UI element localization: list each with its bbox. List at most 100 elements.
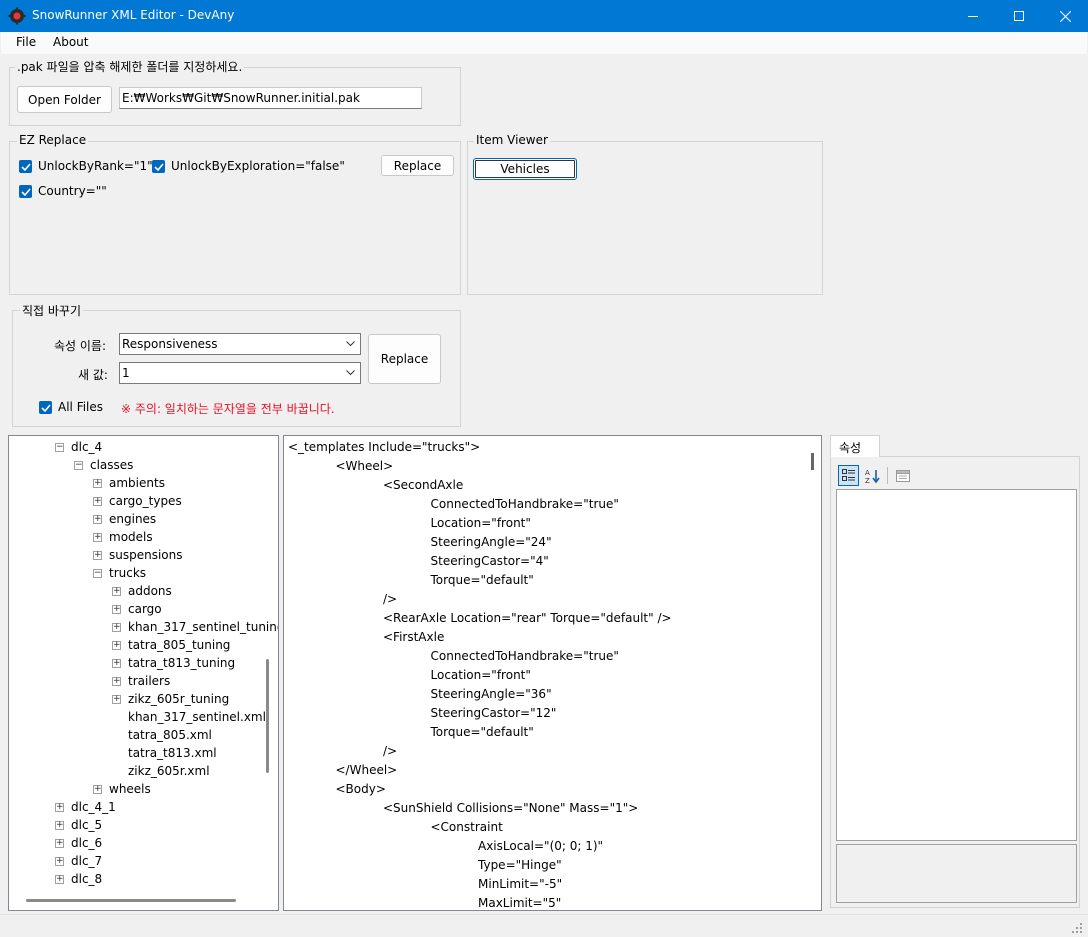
menu-bar: [1, 32, 1087, 54]
tree-node[interactable]: dlc_6: [71, 834, 102, 852]
folder-path-field[interactable]: E:₩Works₩Git₩SnowRunner.initial.pak: [119, 87, 422, 109]
tree-node[interactable]: dlc_5: [71, 816, 102, 834]
xml-line: />: [383, 744, 398, 758]
tab-properties[interactable]: 속성: [830, 435, 880, 457]
tree-node[interactable]: engines: [109, 510, 156, 528]
country-label: Country="": [38, 184, 107, 198]
tree-node[interactable]: trucks: [109, 564, 146, 582]
close-icon: [1059, 10, 1071, 22]
xml-line: <_templates Include="trucks">: [288, 440, 481, 454]
tree-node[interactable]: khan_317_sentinel.xml: [128, 708, 266, 726]
tree-node[interactable]: dlc_8: [71, 870, 102, 888]
tree-node[interactable]: cargo: [128, 600, 162, 618]
tree-vertical-scrollbar[interactable]: [266, 659, 269, 773]
categorized-button[interactable]: [838, 465, 859, 486]
all-files-label: All Files: [58, 400, 104, 414]
expand-icon[interactable]: +: [55, 803, 64, 812]
xml-vertical-scrollbar[interactable]: [811, 453, 814, 470]
expand-icon[interactable]: +: [93, 479, 102, 488]
unlock-by-exploration-checkbox[interactable]: [152, 160, 165, 173]
property-grid[interactable]: [836, 489, 1077, 841]
xml-line: <FirstAxle: [383, 630, 445, 644]
xml-line: SteeringAngle="36": [430, 687, 552, 701]
file-tree[interactable]: − dlc_4− classes + ambients + cargo_types + engi…: [8, 435, 279, 911]
checkmark-icon: [20, 162, 31, 171]
xml-line: Type="Hinge": [478, 858, 562, 872]
vehicles-button[interactable]: Vehicles: [473, 158, 577, 180]
expand-icon[interactable]: +: [55, 839, 64, 848]
direct-replace-button[interactable]: Replace: [368, 334, 441, 384]
xml-line: SteeringCastor="4": [430, 554, 549, 568]
open-folder-button[interactable]: Open Folder: [17, 86, 112, 113]
tree-node[interactable]: suspensions: [109, 546, 183, 564]
item-viewer-title: Item Viewer: [474, 133, 550, 147]
collapse-icon[interactable]: −: [74, 461, 83, 470]
xml-viewer[interactable]: <_templates Include="trucks"> <Wheel> <Sec…: [283, 435, 822, 911]
maximize-button[interactable]: [996, 0, 1042, 32]
tree-node[interactable]: tatra_805.xml: [128, 726, 212, 744]
resize-grip-icon[interactable]: [1071, 922, 1083, 934]
collapse-icon[interactable]: −: [93, 569, 102, 578]
tree-node[interactable]: dlc_7: [71, 852, 102, 870]
tree-node[interactable]: addons: [128, 582, 172, 600]
maximize-icon: [1014, 11, 1024, 21]
menu-file[interactable]: File: [16, 35, 36, 49]
expand-icon[interactable]: +: [112, 587, 121, 596]
close-button[interactable]: [1042, 0, 1088, 32]
expand-icon[interactable]: +: [112, 623, 121, 632]
tree-horizontal-scrollbar[interactable]: [26, 899, 236, 902]
checkmark-icon: [153, 162, 164, 171]
alphabetical-button[interactable]: A Z: [862, 465, 883, 486]
xml-line: Torque="default": [430, 573, 534, 587]
xml-line: <SecondAxle: [383, 478, 464, 492]
xml-line: MaxLimit="5": [478, 896, 562, 910]
attr-name-label: 속성 이름:: [54, 339, 107, 353]
expand-icon[interactable]: +: [93, 497, 102, 506]
unlock-by-rank-checkbox[interactable]: [19, 160, 32, 173]
property-pages-button[interactable]: [892, 465, 913, 486]
tree-node[interactable]: cargo_types: [109, 492, 182, 510]
chevron-down-icon: [346, 336, 355, 350]
expand-icon[interactable]: +: [112, 677, 121, 686]
expand-icon[interactable]: +: [112, 695, 121, 704]
app-icon: [8, 7, 26, 25]
expand-icon[interactable]: +: [55, 857, 64, 866]
tree-node[interactable]: classes: [90, 456, 133, 474]
expand-icon[interactable]: +: [93, 551, 102, 560]
expand-icon[interactable]: +: [55, 875, 64, 884]
tree-node[interactable]: ambients: [109, 474, 165, 492]
tree-node[interactable]: zikz_605r_tuning: [128, 690, 229, 708]
xml-line: <Wheel>: [335, 459, 394, 473]
expand-icon[interactable]: +: [93, 515, 102, 524]
tree-node[interactable]: models: [109, 528, 153, 546]
tree-node[interactable]: tatra_805_tuning: [128, 636, 230, 654]
tree-node[interactable]: khan_317_sentinel_tuning: [128, 618, 278, 636]
xml-line: />: [383, 592, 398, 606]
tree-node[interactable]: dlc_4: [71, 438, 102, 456]
new-value-combo[interactable]: 1: [119, 362, 361, 384]
menu-about[interactable]: About: [53, 35, 88, 49]
expand-icon[interactable]: +: [112, 641, 121, 650]
alphabetical-icon: A Z: [865, 469, 880, 484]
xml-line: Torque="default": [430, 725, 534, 739]
expand-icon[interactable]: +: [93, 785, 102, 794]
expand-icon[interactable]: +: [55, 821, 64, 830]
tree-node[interactable]: trailers: [128, 672, 170, 690]
tree-node[interactable]: dlc_4_1: [71, 798, 116, 816]
all-files-checkbox[interactable]: [39, 401, 52, 414]
tree-node[interactable]: tatra_t813_tuning: [128, 654, 235, 672]
expand-icon[interactable]: +: [112, 659, 121, 668]
attr-name-value: Responsiveness: [122, 337, 218, 351]
tree-node[interactable]: wheels: [109, 780, 151, 798]
collapse-icon[interactable]: −: [55, 443, 64, 452]
expand-icon[interactable]: +: [112, 605, 121, 614]
minimize-button[interactable]: [950, 0, 996, 32]
attr-name-combo[interactable]: Responsiveness: [119, 333, 361, 355]
country-checkbox[interactable]: [19, 185, 32, 198]
ez-replace-title: EZ Replace: [17, 133, 89, 147]
ez-replace-button[interactable]: Replace: [381, 155, 454, 176]
xml-line: SteeringCastor="12": [430, 706, 557, 720]
tree-node[interactable]: tatra_t813.xml: [128, 744, 217, 762]
expand-icon[interactable]: +: [93, 533, 102, 542]
tree-node[interactable]: zikz_605r.xml: [128, 762, 210, 780]
